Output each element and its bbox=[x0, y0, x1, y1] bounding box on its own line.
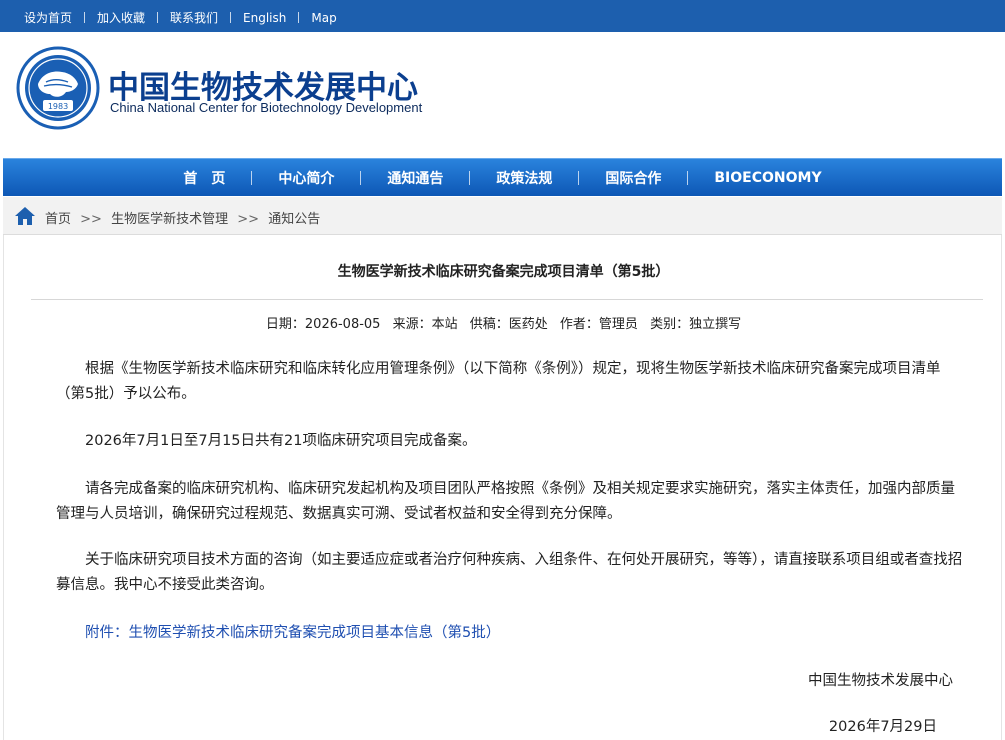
sitemap-link[interactable]: Map bbox=[311, 11, 336, 25]
attachment-link[interactable]: 附件：生物医学新技术临床研究备案完成项目基本信息（第5批） bbox=[85, 621, 500, 642]
utility-links: 设为首页 加入收藏 联系我们 English Map bbox=[24, 9, 337, 26]
main-nav: 首 页 中心简介 通知通告 政策法规 国际合作 BIOECONOMY bbox=[3, 158, 1002, 196]
meta-category: 类别：独立撰写 bbox=[650, 317, 742, 332]
meta-provider: 供稿：医药处 bbox=[469, 317, 548, 332]
title-divider bbox=[31, 299, 983, 300]
home-icon[interactable] bbox=[14, 206, 36, 226]
utility-divider bbox=[84, 12, 86, 23]
center-logo[interactable]: 1983 bbox=[16, 46, 100, 130]
signature-date: 2026年7月29日 bbox=[828, 719, 937, 735]
article-meta: 日期：2026-08-05 来源：本站 供稿：医药处 作者：管理员 类别：独立撰… bbox=[4, 313, 1003, 332]
article-title: 生物医学新技术临床研究备案完成项目清单（第5批） bbox=[337, 264, 670, 280]
top-utility-bar: 设为首页 加入收藏 联系我们 English Map bbox=[0, 0, 1005, 32]
meta-date: 日期：2026-08-05 bbox=[265, 317, 381, 332]
article-paragraph: 关于临床研究项目技术方面的咨询（如主要适应症或者治疗何种疾病、入组条件、在何处开… bbox=[56, 552, 963, 593]
contact-us-link[interactable]: 联系我们 bbox=[170, 9, 218, 26]
article-paragraph: 2026年7月1日至7月15日共有21项临床研究项目完成备案。 bbox=[85, 433, 477, 449]
meta-author: 作者：管理员 bbox=[559, 317, 638, 332]
site-title-en: China National Center for Biotechnology … bbox=[110, 100, 423, 115]
add-favorite-link[interactable]: 加入收藏 bbox=[97, 9, 145, 26]
utility-divider bbox=[157, 12, 159, 23]
article-panel: 生物医学新技术临床研究备案完成项目清单（第5批） 日期：2026-08-05 来… bbox=[3, 235, 1002, 740]
article-paragraph: 根据《生物医学新技术临床研究和临床转化应用管理条例》（以下简称《条例》）规定，现… bbox=[56, 361, 941, 402]
english-link[interactable]: English bbox=[243, 11, 286, 25]
article-paragraph: 请各完成备案的临床研究机构、临床研究发起机构及项目团队严格按照《条例》及相关规定… bbox=[56, 481, 955, 522]
nav-item-bioeconomy[interactable]: BIOECONOMY bbox=[688, 159, 847, 196]
nav-item-home[interactable]: 首 页 bbox=[157, 159, 251, 196]
nav-item-about[interactable]: 中心简介 bbox=[252, 159, 360, 196]
utility-divider bbox=[230, 12, 232, 23]
site-header: 1983 中国生物技术发展中心 China National Center fo… bbox=[0, 32, 1005, 158]
breadcrumb-biomed-management[interactable]: 生物医学新技术管理 bbox=[111, 212, 228, 227]
breadcrumb-home[interactable]: 首页 bbox=[45, 212, 71, 227]
nav-item-international[interactable]: 国际合作 bbox=[579, 159, 687, 196]
breadcrumb-path: 首页 >> 生物医学新技术管理 >> 通知公告 bbox=[45, 208, 320, 227]
logo-year-text: 1983 bbox=[48, 102, 68, 111]
breadcrumb-separator: >> bbox=[80, 212, 102, 227]
breadcrumb: 首页 >> 生物医学新技术管理 >> 通知公告 bbox=[3, 197, 1002, 235]
meta-source: 来源：本站 bbox=[392, 317, 458, 332]
signature-org: 中国生物技术发展中心 bbox=[808, 673, 953, 689]
set-homepage-link[interactable]: 设为首页 bbox=[24, 9, 72, 26]
nav-item-notices[interactable]: 通知通告 bbox=[361, 159, 469, 196]
utility-divider bbox=[298, 12, 300, 23]
breadcrumb-notices[interactable]: 通知公告 bbox=[268, 212, 320, 227]
breadcrumb-separator: >> bbox=[237, 212, 260, 227]
nav-item-policies[interactable]: 政策法规 bbox=[470, 159, 578, 196]
